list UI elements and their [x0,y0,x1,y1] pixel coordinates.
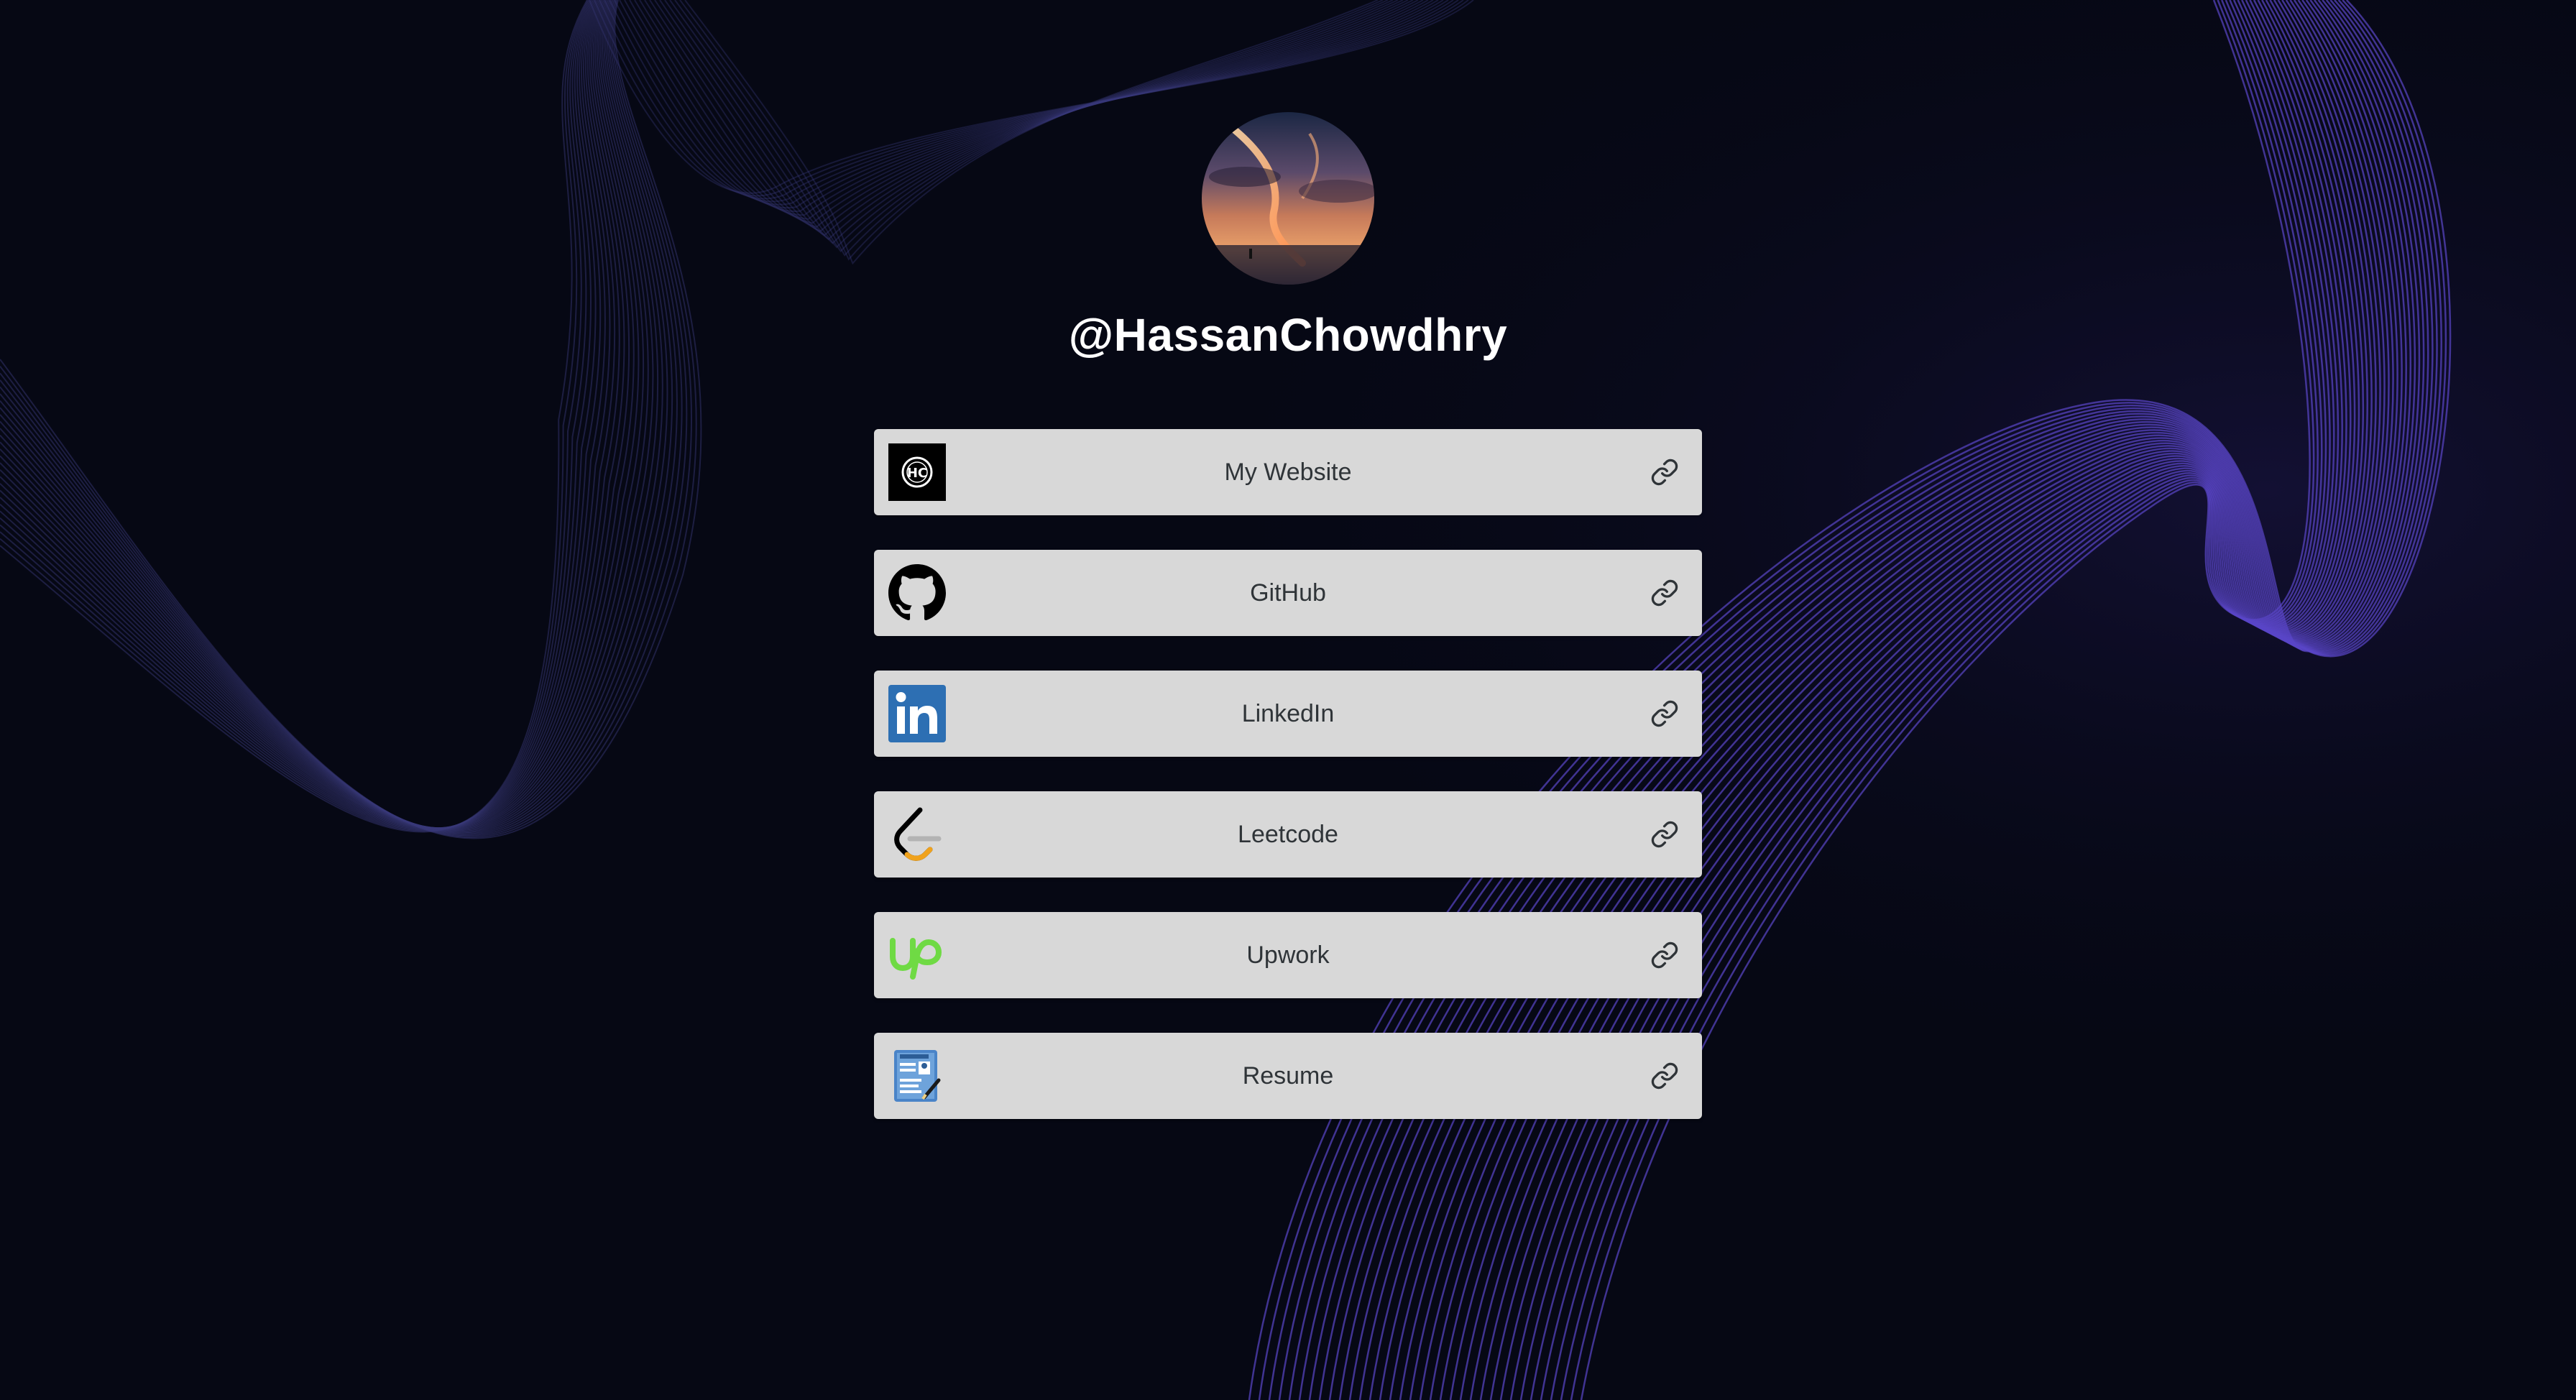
link-icon [1650,1061,1679,1090]
link-label: Leetcode [1238,821,1338,848]
link-label: Upwork [1246,941,1330,969]
link-linkedin[interactable]: LinkedIn [874,671,1702,757]
link-github[interactable]: GitHub [874,550,1702,636]
link-label: GitHub [1250,579,1326,607]
link-icon [1650,820,1679,849]
link-icon [1650,458,1679,487]
link-icon [1650,699,1679,728]
link-page: @HassanChowdhry HC My Website GitHub Lin… [0,0,2576,1400]
link-upwork[interactable]: Upwork [874,912,1702,998]
link-leetcode[interactable]: Leetcode [874,791,1702,878]
profile-handle: @HassanChowdhry [1068,309,1508,361]
link-resume[interactable]: Resume [874,1033,1702,1119]
link-label: Resume [1242,1062,1334,1090]
link-label: My Website [1224,459,1352,486]
link-my-website[interactable]: HC My Website [874,429,1702,515]
link-list: HC My Website GitHub LinkedIn Leetcode U… [874,429,1702,1153]
link-label: LinkedIn [1241,700,1335,727]
profile-avatar [1202,112,1374,285]
sunset-sky-avatar [1202,112,1374,285]
link-icon [1650,579,1679,607]
link-icon [1650,941,1679,970]
